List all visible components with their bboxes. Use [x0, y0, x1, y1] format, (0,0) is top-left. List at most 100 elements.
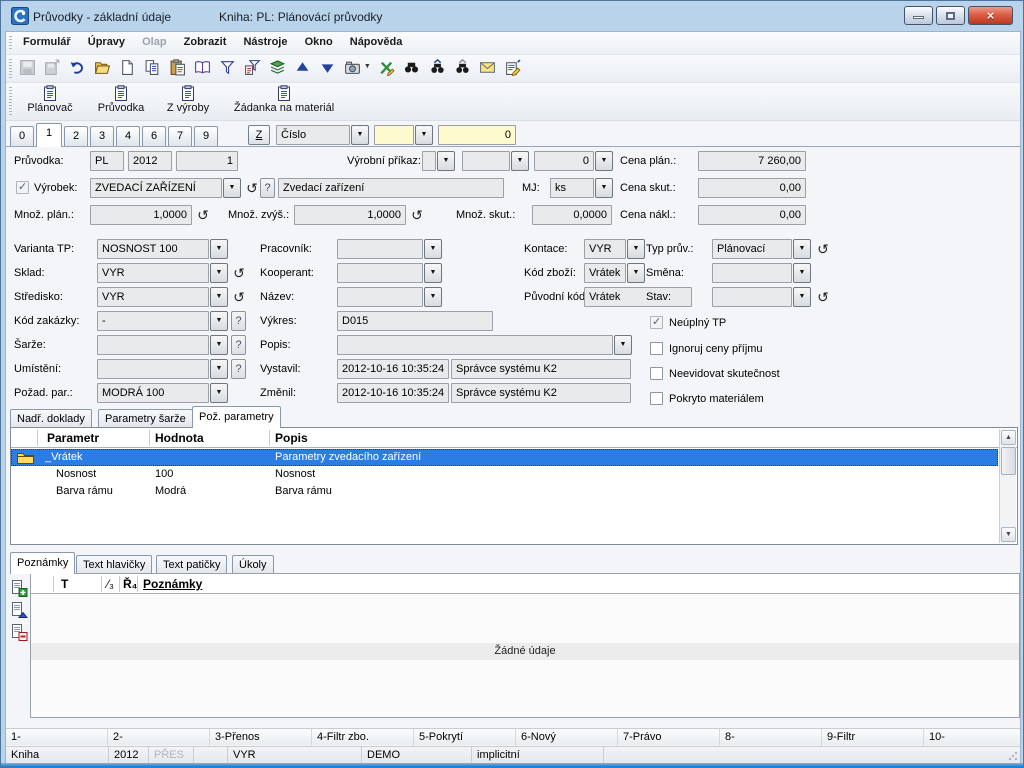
umisteni-help-button[interactable]: ?	[231, 359, 246, 379]
fn-key-8[interactable]: 8-	[720, 729, 822, 746]
menu-okno[interactable]: Okno	[298, 32, 340, 48]
fn-key-6[interactable]: 6-Nový	[516, 729, 618, 746]
mnoz-zvys-field[interactable]: 1,0000	[294, 205, 406, 225]
open-icon[interactable]	[91, 57, 113, 79]
toolbar-grip[interactable]	[9, 59, 12, 78]
stav-field[interactable]	[712, 287, 792, 307]
menu-upravy[interactable]: Úpravy	[81, 32, 132, 48]
vykres-field[interactable]: D015	[337, 311, 493, 331]
vyrobni-prikaz-part2-dropdown-icon[interactable]: ▼	[511, 151, 529, 171]
menu-grip[interactable]	[9, 36, 12, 50]
vyrobek-checkbox[interactable]	[16, 181, 29, 194]
vertical-scrollbar[interactable]: ▲ ▼	[999, 429, 1016, 543]
stredisko-history-icon[interactable]: ↺	[231, 287, 247, 307]
nazev-dropdown-icon[interactable]: ▼	[424, 287, 442, 307]
find-special-icon[interactable]	[451, 57, 473, 79]
popis-field[interactable]	[337, 335, 613, 355]
stredisko-field[interactable]: VYR	[97, 287, 209, 307]
close-button[interactable]: ×	[968, 6, 1013, 25]
record-tab-2[interactable]: 2	[64, 126, 88, 146]
title-bar[interactable]: Průvodky - základní údaje Kniha: PL: Plá…	[5, 4, 1021, 30]
typ-pruv-field[interactable]: Plánovací	[712, 239, 792, 259]
vyrobni-prikaz-part3-field[interactable]: 0	[534, 151, 594, 171]
vyrobek-dropdown-icon[interactable]: ▼	[223, 178, 241, 198]
paste-icon[interactable]	[166, 57, 188, 79]
table-row[interactable]: Nosnost 100 Nosnost	[11, 466, 998, 483]
resize-grip[interactable]	[1008, 751, 1018, 761]
quick-search-dropdown-icon[interactable]: ▼	[415, 125, 433, 145]
edit-note-icon[interactable]	[501, 57, 523, 79]
batch-book-icon[interactable]	[267, 57, 289, 79]
sarze-help-button[interactable]: ?	[231, 335, 246, 355]
pozad-par-field[interactable]: MODRÁ 100	[97, 383, 209, 403]
table-row[interactable]: Barva rámu Modrá Barva rámu	[11, 483, 998, 500]
move-up-icon[interactable]	[292, 57, 314, 79]
sarze-field[interactable]	[97, 335, 209, 355]
varianta-tp-field[interactable]: NOSNOST 100	[97, 239, 209, 259]
insert-note-icon[interactable]	[9, 601, 28, 620]
fn-key-5[interactable]: 5-Pokrytí	[414, 729, 516, 746]
search-column-dropdown-icon[interactable]: ▼	[351, 125, 369, 145]
vyrobek-history-icon[interactable]: ↺	[244, 178, 260, 198]
pruvodka-book-field[interactable]: PL	[90, 151, 124, 171]
minimize-button[interactable]	[904, 6, 933, 25]
pruvodka-number-field[interactable]: 1	[176, 151, 238, 171]
vyrobek-help-button[interactable]: ?	[260, 178, 275, 198]
record-tab-6[interactable]: 6	[142, 126, 166, 146]
table-row[interactable]: _Vrátek Parametry zvedacího zařízení	[11, 449, 998, 466]
undo-icon[interactable]	[66, 57, 88, 79]
pozad-par-dropdown-icon[interactable]: ▼	[210, 383, 228, 403]
neuplny-tp-checkbox[interactable]	[650, 316, 663, 329]
restore-button[interactable]	[936, 6, 965, 25]
stav-dropdown-icon[interactable]: ▼	[793, 287, 811, 307]
scroll-down-icon[interactable]: ▼	[1001, 527, 1016, 542]
vyrobni-prikaz-part2-field[interactable]	[462, 151, 510, 171]
mj-field[interactable]: ks	[550, 178, 594, 198]
stav-history-icon[interactable]: ↺	[815, 287, 831, 307]
pruvodka-year-field[interactable]: 2012	[128, 151, 172, 171]
quick-search-input[interactable]	[374, 125, 414, 145]
vyrobek-name-field[interactable]: Zvedací zařízení	[278, 178, 504, 198]
menu-napoveda[interactable]: Nápověda	[343, 32, 410, 48]
scroll-up-icon[interactable]: ▲	[1001, 430, 1016, 445]
fn-key-4[interactable]: 4-Filtr zbo.	[312, 729, 414, 746]
z-button[interactable]: Z	[248, 125, 270, 145]
sklad-history-icon[interactable]: ↺	[231, 263, 247, 283]
fn-key-7[interactable]: 7-Právo	[618, 729, 720, 746]
record-tab-0[interactable]: 0	[10, 126, 34, 146]
mj-dropdown-icon[interactable]: ▼	[595, 178, 613, 198]
camera-dropdown-icon[interactable]: ▼	[364, 55, 373, 70]
smena-dropdown-icon[interactable]: ▼	[793, 263, 811, 283]
open-book-icon[interactable]	[191, 57, 213, 79]
planovac-button[interactable]: Plánovač	[18, 84, 82, 119]
fn-key-1[interactable]: 1-	[6, 729, 108, 746]
vyrobni-prikaz-part1-field[interactable]	[422, 151, 436, 171]
tab-text-paticky[interactable]: Text patičky	[156, 555, 227, 574]
mnoz-zvys-history-icon[interactable]: ↺	[409, 205, 425, 225]
kod-zakazky-field[interactable]: -	[97, 311, 209, 331]
sarze-dropdown-icon[interactable]: ▼	[210, 335, 228, 355]
pracovnik-field[interactable]	[337, 239, 423, 259]
mail-icon[interactable]	[476, 57, 498, 79]
mnoz-plan-field[interactable]: 1,0000	[90, 205, 192, 225]
record-tab-7[interactable]: 7	[168, 126, 192, 146]
scrollbar-thumb[interactable]	[1001, 447, 1016, 475]
new-document-icon[interactable]	[116, 57, 138, 79]
record-tab-3[interactable]: 3	[90, 126, 114, 146]
mnoz-plan-history-icon[interactable]: ↺	[195, 205, 211, 225]
sklad-dropdown-icon[interactable]: ▼	[210, 263, 228, 283]
move-down-icon[interactable]	[317, 57, 339, 79]
record-tab-1[interactable]: 1	[36, 123, 62, 147]
copy-icon[interactable]	[141, 57, 163, 79]
find-next-icon[interactable]	[426, 57, 448, 79]
fn-key-2[interactable]: 2-	[108, 729, 210, 746]
fn-key-3[interactable]: 3-Přenos	[210, 729, 312, 746]
smena-field[interactable]	[712, 263, 792, 283]
ignoruj-ceny-checkbox[interactable]	[650, 342, 663, 355]
tab-parametry-sarze[interactable]: Parametry šarže	[98, 409, 193, 428]
fn-key-10[interactable]: 10-	[924, 729, 1022, 746]
kod-zbozi-field[interactable]: Vrátek	[584, 263, 626, 283]
camera-icon[interactable]	[342, 57, 364, 79]
vyrobek-code-field[interactable]: ZVEDACÍ ZAŘÍZENÍ	[90, 178, 222, 198]
kod-zbozi-dropdown-icon[interactable]: ▼	[627, 263, 645, 283]
